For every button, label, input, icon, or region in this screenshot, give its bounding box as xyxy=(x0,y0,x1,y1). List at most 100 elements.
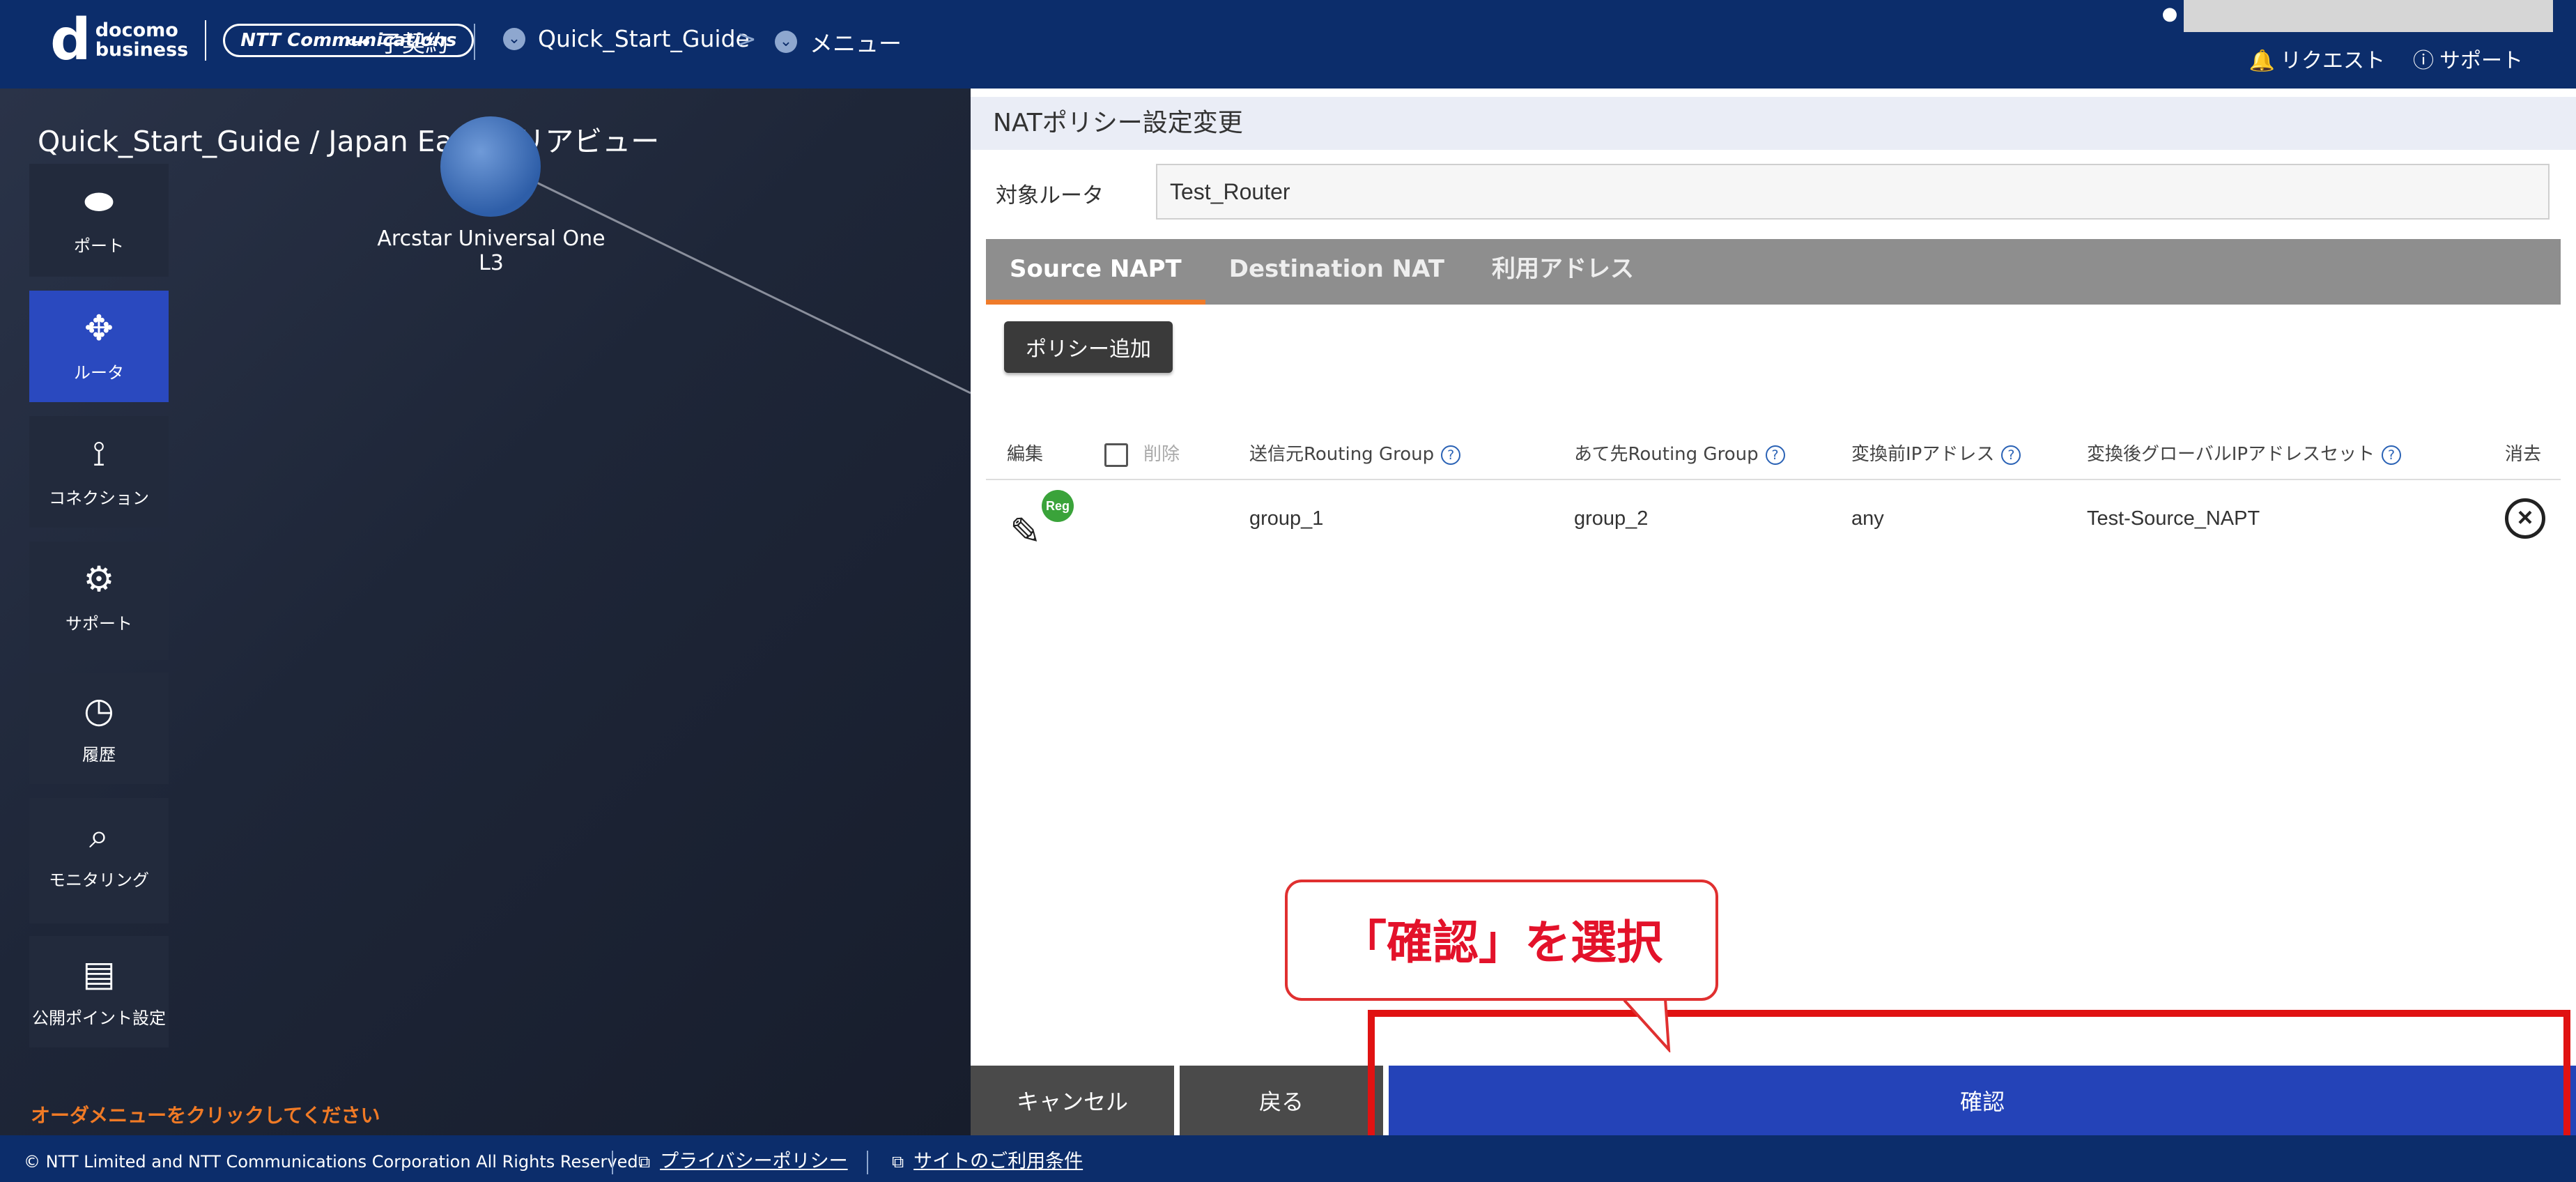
request-link[interactable]: 🔔 リクエスト xyxy=(2249,43,2385,74)
contract-label: 子契約 xyxy=(379,30,448,57)
side-item-history[interactable]: ◷ 履歴 xyxy=(29,673,169,784)
cell-pre-ip: any xyxy=(1851,507,1884,530)
add-policy-button[interactable]: ポリシー追加 xyxy=(1004,321,1173,373)
col-dst-group-label: あて先Routing Group xyxy=(1574,444,1759,465)
breadcrumb-separator: > xyxy=(737,25,757,52)
table-row: ✎ Reg group_1 group_2 any Test-Source_NA… xyxy=(986,480,2561,557)
col-pre-ip-label: 変換前IPアドレス xyxy=(1851,444,1995,465)
side-item-public-point[interactable]: ▤ 公開ポイント設定 xyxy=(29,936,169,1047)
logo-d-mark: d xyxy=(50,7,91,73)
privacy-policy-link[interactable]: ⧉ プライバシーポリシー xyxy=(638,1135,848,1182)
col-post-ip-set: 変換後グローバルIPアドレスセット? xyxy=(2087,429,2402,480)
logo-line-2: business xyxy=(95,39,189,61)
nav-divider xyxy=(474,24,475,60)
side-item-label: サポート xyxy=(65,614,132,634)
privacy-policy-label: プライバシーポリシー xyxy=(660,1151,848,1172)
col-delete: 削除 xyxy=(1104,429,1180,480)
connection-icon: ⟟ xyxy=(92,433,106,474)
side-item-label: 公開ポイント設定 xyxy=(32,1008,166,1028)
cell-dst-group: group_2 xyxy=(1574,507,1649,530)
area-view-map: Quick_Start_Guide / Japan East エリアビュー ⬬ … xyxy=(0,89,971,1135)
breadcrumb-menu[interactable]: ⌄ メニュー xyxy=(775,25,902,59)
history-icon: ◷ xyxy=(84,690,114,730)
col-pre-ip: 変換前IPアドレス? xyxy=(1851,429,2021,480)
side-item-router[interactable]: ✥ ルータ xyxy=(29,291,169,402)
user-account-box[interactable]: ● xyxy=(2156,0,2553,32)
tab-source-napt[interactable]: Source NAPT xyxy=(986,239,1205,305)
help-icon[interactable]: ? xyxy=(1441,445,1461,465)
logo-line-1: docomo xyxy=(95,20,178,41)
top-navigation-bar: d docomo business NTT Communications ⊶ 子… xyxy=(0,0,2576,89)
logo-divider xyxy=(205,20,207,61)
tab-used-address[interactable]: 利用アドレス xyxy=(1468,239,1658,305)
back-button[interactable]: 戻る xyxy=(1180,1066,1383,1135)
help-icon[interactable]: ? xyxy=(2382,445,2402,465)
user-icon: ● xyxy=(2156,0,2184,32)
top-links: 🔔 リクエスト ⓘ サポート xyxy=(2249,43,2523,74)
area-view-title: Quick_Start_Guide / Japan East エリアビュー xyxy=(38,125,660,158)
col-remove: 消去 xyxy=(2505,444,2542,465)
request-label: リクエスト xyxy=(2281,49,2385,73)
cell-src-group: group_1 xyxy=(1249,507,1324,530)
target-router-label: 対象ルータ xyxy=(996,183,1104,208)
edit-button[interactable]: ✎ Reg xyxy=(1010,490,1074,553)
side-item-label: ポート xyxy=(74,236,124,256)
table-header: 編集 削除 送信元Routing Group? あて先Routing Group… xyxy=(986,429,2561,480)
footer: © NTT Limited and NTT Communications Cor… xyxy=(0,1135,2576,1182)
reg-badge: Reg xyxy=(1042,490,1074,522)
pencil-icon: ✎ xyxy=(1010,511,1042,553)
col-src-group: 送信元Routing Group? xyxy=(1249,429,1461,480)
callout-text: 「確認」を選択 xyxy=(1341,916,1663,969)
router-icon: ✥ xyxy=(84,308,114,348)
remove-circle-icon[interactable]: × xyxy=(2505,498,2545,539)
help-circle-icon: ⓘ xyxy=(2413,49,2434,73)
col-post-ip-set-label: 変換後グローバルIPアドレスセット xyxy=(2087,444,2375,465)
breadcrumb-menu-label: メニュー xyxy=(810,30,902,57)
node-label: Arcstar Universal One L3 xyxy=(377,227,606,275)
nat-policy-panel: NATポリシー設定変更 対象ルータ Test_Router Source NAP… xyxy=(971,89,2576,1135)
logo-text: docomo business xyxy=(95,21,189,60)
col-dst-group: あて先Routing Group? xyxy=(1574,429,1785,480)
copyright-text: © NTT Limited and NTT Communications Cor… xyxy=(24,1152,644,1172)
side-item-label: 履歴 xyxy=(82,745,116,765)
breadcrumb-project[interactable]: ⌄ Quick_Start_Guide xyxy=(503,25,750,52)
terms-link[interactable]: ⧉ サイトのご利用条件 xyxy=(892,1135,1083,1182)
arcstar-globe-icon[interactable] xyxy=(440,116,541,217)
hierarchy-icon: ⊶ xyxy=(347,28,371,56)
support-label: サポート xyxy=(2439,49,2523,73)
external-link-icon: ⧉ xyxy=(638,1152,651,1172)
cancel-button[interactable]: キャンセル xyxy=(971,1066,1174,1135)
breadcrumb-chevron: > xyxy=(737,25,757,52)
side-item-label: モニタリング xyxy=(49,870,149,890)
side-item-support[interactable]: ⚙ サポート xyxy=(29,542,169,660)
side-item-label: コネクション xyxy=(49,489,149,508)
side-item-monitoring[interactable]: ⌕ モニタリング xyxy=(29,798,169,923)
tab-destination-nat[interactable]: Destination NAT xyxy=(1205,239,1468,305)
side-item-connection[interactable]: ⟟ コネクション xyxy=(29,416,169,528)
cell-post-ip-set: Test-Source_NAPT xyxy=(2087,507,2260,530)
side-item-port[interactable]: ⬬ ポート xyxy=(29,164,169,277)
nat-tabs: Source NAPT Destination NAT 利用アドレス xyxy=(986,239,2561,305)
col-edit: 編集 xyxy=(1007,444,1044,465)
callout-tail xyxy=(1624,998,1671,1052)
port-icon: ⬬ xyxy=(84,181,114,222)
breadcrumb-project-label: Quick_Start_Guide xyxy=(538,25,750,52)
panel-title: NATポリシー設定変更 xyxy=(971,97,2576,150)
support-link[interactable]: ⓘ サポート xyxy=(2413,43,2523,74)
footer-divider xyxy=(612,1151,613,1174)
target-router-field: Test_Router xyxy=(1156,164,2550,220)
chevron-down-icon: ⌄ xyxy=(775,31,797,53)
select-all-checkbox[interactable] xyxy=(1104,443,1128,467)
bell-icon: 🔔 xyxy=(2249,49,2275,73)
contract-nav[interactable]: ⊶ 子契約 xyxy=(347,25,448,59)
col-src-group-label: 送信元Routing Group xyxy=(1249,444,1435,465)
external-link-icon: ⧉ xyxy=(892,1152,904,1172)
col-delete-label: 削除 xyxy=(1143,444,1180,465)
help-icon[interactable]: ? xyxy=(1765,445,1785,465)
order-menu-message: オーダメニューをクリックしてください xyxy=(31,1104,380,1127)
support-icon: ⚙ xyxy=(83,559,115,599)
monitoring-icon: ⌕ xyxy=(89,815,109,856)
confirm-highlight-frame xyxy=(1368,1010,2570,1153)
help-icon[interactable]: ? xyxy=(2001,445,2021,465)
chevron-down-icon: ⌄ xyxy=(503,27,525,50)
